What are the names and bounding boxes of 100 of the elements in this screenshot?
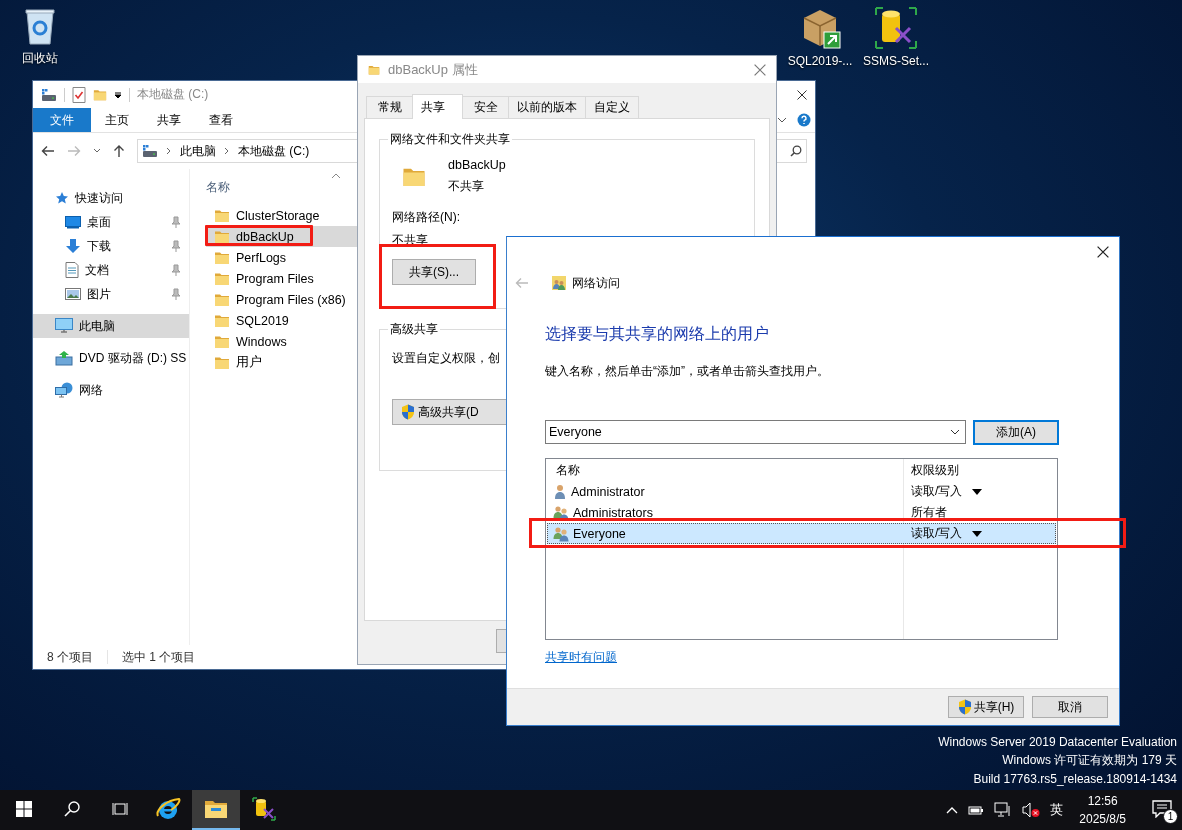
tab[interactable]: 自定义: [585, 96, 639, 118]
user-icon: [553, 483, 567, 500]
shield-icon: [401, 404, 415, 420]
icon-label[interactable]: 回收站: [22, 50, 58, 67]
star-icon: [55, 191, 69, 205]
column-header[interactable]: 名称: [548, 461, 905, 479]
database-tools-icon[interactable]: [252, 797, 276, 821]
desktop-icon: [65, 215, 81, 229]
user-row[interactable]: Everyone 读取/写入: [547, 523, 1056, 544]
nav-item[interactable]: 图片: [33, 282, 189, 306]
tab[interactable]: 共享: [412, 94, 463, 119]
network-icon[interactable]: [994, 802, 1013, 818]
nav-item[interactable]: 快速访问: [33, 186, 189, 210]
icon-label[interactable]: SSMS-Set...: [863, 54, 929, 68]
nav-item[interactable]: 文档: [33, 258, 189, 282]
nav-item[interactable]: 网络: [33, 378, 189, 402]
disc-drive-icon: [55, 350, 73, 366]
user-name: Administrator: [571, 484, 645, 499]
download-icon: [65, 238, 81, 254]
breadcrumb-item[interactable]: 此电脑: [180, 142, 216, 160]
dialog-button[interactable]: 共享(H): [948, 696, 1024, 718]
input-method-indicator[interactable]: 英: [1050, 801, 1064, 819]
windows-logo-icon: [16, 801, 32, 817]
instruction-text: 键入名称，然后单击“添加”，或者单击箭头查找用户。: [545, 363, 830, 380]
heading: 选择要与其共享的网络上的用户: [545, 324, 770, 344]
dropdown-icon[interactable]: [114, 90, 122, 99]
status-text: 8 个项目: [47, 648, 93, 666]
share-status: 不共享: [448, 178, 485, 195]
sort-icon: [331, 173, 341, 179]
file-item[interactable]: dbBackUp: [206, 226, 358, 247]
help-icon[interactable]: [797, 113, 811, 127]
properties-icon[interactable]: [72, 86, 86, 103]
description-text: 设置自定义权限，创: [392, 350, 501, 367]
system-info-text: Windows 许可证有效期为 179 天: [1002, 752, 1177, 769]
ribbon-tab[interactable]: 主页: [91, 108, 143, 132]
tab[interactable]: 常规: [366, 96, 413, 118]
up-icon[interactable]: [113, 144, 125, 158]
volume-muted-icon[interactable]: [1022, 802, 1041, 818]
permission-level[interactable]: 读取/写入: [911, 483, 963, 500]
dropdown-icon[interactable]: [972, 488, 983, 495]
group-title: 网络文件和文件夹共享: [389, 131, 511, 148]
help-link[interactable]: 共享时有问题: [545, 649, 617, 666]
drive-icon: [41, 87, 57, 102]
group-title: 高级共享: [389, 321, 439, 338]
close-icon[interactable]: [1097, 246, 1109, 258]
message-icon: [1152, 800, 1172, 818]
shield-icon: [957, 699, 972, 715]
task-view-icon: [112, 801, 128, 817]
dropdown-icon[interactable]: [972, 530, 983, 537]
browser-icon[interactable]: [155, 796, 181, 822]
file-explorer-icon[interactable]: [204, 799, 228, 819]
ribbon-tab[interactable]: 文件: [33, 108, 91, 132]
column-header[interactable]: 名称: [206, 178, 230, 196]
battery-icon[interactable]: [968, 804, 985, 816]
user-name: Everyone: [573, 526, 626, 541]
search-icon: [64, 801, 80, 817]
nav-item[interactable]: 此电脑: [33, 314, 189, 338]
add-button[interactable]: 添加(A): [973, 420, 1059, 445]
chevron-icon[interactable]: [777, 116, 787, 124]
permission-level[interactable]: 读取/写入: [911, 525, 963, 542]
breadcrumb-item[interactable]: 本地磁盘 (C:): [238, 142, 310, 160]
system-info-text: Windows Server 2019 Datacenter Evaluation: [938, 733, 1177, 751]
column-header[interactable]: 权限级别: [905, 461, 1055, 479]
ribbon-tab[interactable]: 查看: [195, 108, 247, 132]
picture-icon: [65, 287, 81, 301]
chevron-down-icon: [950, 429, 960, 435]
system-info-text: Build 17763.rs5_release.180914-1434: [973, 770, 1177, 788]
user-name: Administrators: [573, 505, 653, 520]
file-item[interactable]: ClusterStorage: [206, 205, 358, 226]
ribbon-tab[interactable]: 共享: [143, 108, 195, 132]
file-item[interactable]: Program Files (x86): [206, 289, 358, 310]
taskbar-app[interactable]: [192, 790, 240, 830]
dialog-button[interactable]: 取消: [1032, 696, 1108, 718]
icon-label[interactable]: SQL2019-...: [787, 54, 853, 68]
file-item[interactable]: 用户: [206, 352, 358, 373]
share-button[interactable]: 共享(S)...: [392, 259, 476, 285]
network-access-icon: [552, 276, 566, 290]
chevron-down-icon[interactable]: [93, 148, 101, 154]
users-icon: [553, 525, 569, 542]
chevron-right-icon: [166, 147, 172, 155]
file-item[interactable]: PerfLogs: [206, 247, 358, 268]
chevron-right-icon: [224, 147, 230, 155]
user-row[interactable]: Administrator 读取/写入: [547, 481, 1056, 502]
chevron-up-icon[interactable]: [946, 806, 959, 814]
back-icon[interactable]: [41, 145, 55, 157]
name-combo-box[interactable]: Everyone: [545, 420, 966, 444]
close-icon[interactable]: [797, 89, 807, 100]
field-label: 网络路径(N):: [392, 209, 461, 226]
folder-name: dbBackUp: [448, 158, 506, 172]
nav-item[interactable]: 下载: [33, 234, 189, 258]
nav-item[interactable]: DVD 驱动器 (D:) SS: [33, 346, 189, 370]
network-icon: [55, 382, 73, 398]
file-item[interactable]: SQL2019: [206, 310, 358, 331]
clock[interactable]: 12:56 2025/8/5: [1079, 792, 1126, 828]
file-item[interactable]: Program Files: [206, 268, 358, 289]
nav-item[interactable]: 桌面: [33, 210, 189, 234]
search-icon: [790, 145, 802, 157]
file-item[interactable]: Windows: [206, 331, 358, 352]
status-text: 选中 1 个项目: [122, 648, 196, 666]
permission-level[interactable]: 所有者: [911, 504, 947, 521]
